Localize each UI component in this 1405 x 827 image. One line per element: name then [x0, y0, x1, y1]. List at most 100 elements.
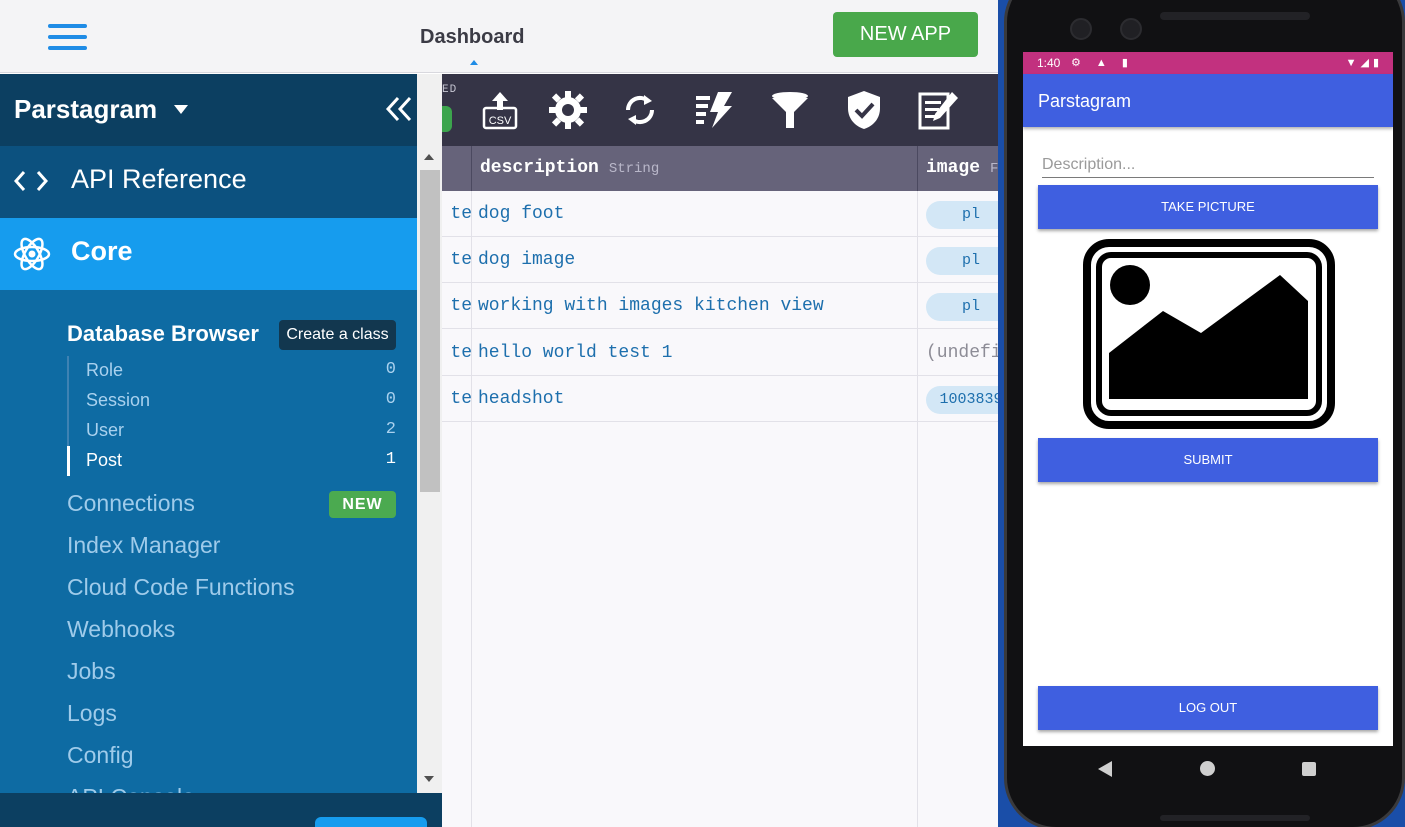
- sidebar-item-cloud-code-functions[interactable]: Cloud Code Functions: [67, 574, 295, 601]
- table-cell-image[interactable]: pl: [918, 191, 998, 237]
- status-system-icons: ▼◢▮: [1345, 57, 1383, 69]
- table-cell[interactable]: te: [442, 283, 472, 329]
- table-cell[interactable]: te: [442, 191, 472, 237]
- table-cell-image[interactable]: 1003839: [918, 376, 998, 422]
- sidebar-item-connections[interactable]: Connections: [67, 490, 195, 517]
- status-time: 1:40: [1037, 56, 1061, 70]
- page-title[interactable]: Dashboard: [420, 26, 524, 49]
- browser-toolbar: ED CSV: [438, 74, 998, 146]
- recent-apps-icon[interactable]: [1302, 762, 1316, 776]
- class-item-role[interactable]: Role 0: [86, 360, 398, 390]
- class-item-post[interactable]: Post 1: [86, 450, 398, 480]
- sidebar-item-config[interactable]: Config: [67, 742, 133, 769]
- table-cell[interactable]: te: [442, 330, 472, 376]
- table-cell-description[interactable]: hello world test 1: [478, 330, 918, 376]
- take-picture-button[interactable]: TAKE PICTURE: [1038, 185, 1378, 229]
- status-notification-icons: ⚙ ▲ ▮: [1071, 57, 1134, 69]
- column-header-image[interactable]: image F: [918, 146, 998, 191]
- sidebar-item-logs[interactable]: Logs: [67, 700, 117, 727]
- new-badge: NEW: [329, 491, 396, 518]
- class-name: User: [86, 420, 125, 440]
- active-class-indicator: [67, 446, 70, 476]
- file-pill[interactable]: pl: [926, 293, 998, 321]
- edit-icon[interactable]: [916, 88, 960, 132]
- class-count: 2: [385, 420, 396, 439]
- phone-speaker: [1160, 12, 1310, 20]
- table-cell-description[interactable]: working with images kitchen view: [478, 283, 918, 329]
- app-title: Parstagram: [1038, 91, 1132, 111]
- table-row[interactable]: te headshot 1003839: [442, 376, 998, 422]
- sidebar-item-jobs[interactable]: Jobs: [67, 658, 116, 685]
- description-input[interactable]: [1042, 152, 1374, 178]
- scrollbar-thumb[interactable]: [420, 170, 440, 492]
- shield-check-icon[interactable]: [842, 88, 886, 132]
- table-cell[interactable]: te: [442, 376, 472, 422]
- svg-text:CSV: CSV: [489, 115, 512, 127]
- screen-root: Dashboard NEW APP ED CSV description Str…: [0, 0, 1405, 827]
- create-class-tooltip[interactable]: Create a class: [279, 320, 396, 350]
- sidebar-item-index-manager[interactable]: Index Manager: [67, 532, 220, 559]
- logout-button[interactable]: LOG OUT: [1038, 686, 1378, 730]
- gear-icon[interactable]: [546, 88, 590, 132]
- file-pill[interactable]: pl: [926, 247, 998, 275]
- sidebar-item-label: Core: [71, 236, 133, 266]
- table-row[interactable]: te dog image pl: [442, 237, 998, 283]
- new-app-button[interactable]: NEW APP: [833, 12, 978, 57]
- class-name: Role: [86, 360, 124, 380]
- sidebar-header: Parstagram: [0, 74, 442, 146]
- table-cell-image[interactable]: pl: [918, 283, 998, 329]
- table-cell[interactable]: te: [442, 237, 472, 283]
- code-brackets-icon: [13, 168, 49, 194]
- table-row[interactable]: te hello world test 1 (undefi: [442, 330, 998, 376]
- table-cell-description[interactable]: headshot: [478, 376, 918, 422]
- sensor-icon: [1120, 18, 1142, 40]
- table-cell-description[interactable]: dog foot: [478, 191, 918, 237]
- hamburger-menu-icon[interactable]: [48, 24, 88, 50]
- app-bar: Parstagram: [1023, 74, 1393, 127]
- phone-bottom-speaker: [1160, 815, 1310, 821]
- chevron-down-icon[interactable]: [174, 105, 188, 114]
- table-cell-image[interactable]: (undefi: [918, 330, 998, 376]
- title-caret-icon: [470, 60, 478, 65]
- back-icon[interactable]: [1098, 761, 1112, 777]
- column-type: F: [990, 161, 998, 177]
- android-status-bar: 1:40 ⚙ ▲ ▮ ▼◢▮: [1023, 52, 1393, 74]
- file-pill[interactable]: pl: [926, 201, 998, 229]
- home-icon[interactable]: [1200, 761, 1215, 776]
- scroll-up-arrow-icon[interactable]: [424, 154, 434, 160]
- sidebar: Parstagram API Reference Core Database B…: [0, 74, 442, 827]
- toolbar-partial-label: ED: [442, 84, 458, 96]
- collapse-sidebar-icon[interactable]: [384, 94, 414, 124]
- bolt-list-icon[interactable]: [692, 88, 736, 132]
- refresh-icon[interactable]: [618, 88, 662, 132]
- column-name: image: [926, 158, 981, 178]
- camera-icon: [1070, 18, 1092, 40]
- top-header: Dashboard NEW APP: [0, 0, 998, 73]
- sidebar-item-database-browser[interactable]: Database Browser: [67, 321, 259, 347]
- sidebar-footer: [0, 793, 442, 827]
- scroll-down-arrow-icon[interactable]: [424, 776, 434, 782]
- class-item-session[interactable]: Session 0: [86, 390, 398, 420]
- filter-icon[interactable]: [768, 88, 812, 132]
- column-header-description[interactable]: description String: [472, 146, 918, 191]
- app-switcher[interactable]: Parstagram: [14, 94, 157, 125]
- image-placeholder-icon: [1083, 239, 1335, 429]
- class-name: Session: [86, 390, 151, 410]
- table-cell-description[interactable]: dog image: [478, 237, 918, 283]
- submit-button[interactable]: SUBMIT: [1038, 438, 1378, 482]
- export-csv-icon[interactable]: CSV: [478, 88, 522, 132]
- sidebar-item-api-reference[interactable]: API Reference: [0, 146, 417, 218]
- atom-icon: [12, 234, 52, 274]
- table-cell-image[interactable]: pl: [918, 237, 998, 283]
- table-row[interactable]: te working with images kitchen view pl: [442, 283, 998, 329]
- table-row[interactable]: te dog foot pl: [442, 191, 998, 237]
- footer-button[interactable]: [315, 817, 427, 827]
- column-type: String: [608, 161, 660, 177]
- table-body: te dog foot pl te dog image pl te workin…: [442, 191, 998, 827]
- sidebar-item-webhooks[interactable]: Webhooks: [67, 616, 175, 643]
- class-count: 0: [385, 360, 396, 379]
- class-item-user[interactable]: User 2: [86, 420, 398, 450]
- sidebar-item-label: API Reference: [71, 164, 247, 194]
- file-pill[interactable]: 1003839: [926, 386, 998, 414]
- sidebar-item-core[interactable]: Core: [0, 218, 417, 290]
